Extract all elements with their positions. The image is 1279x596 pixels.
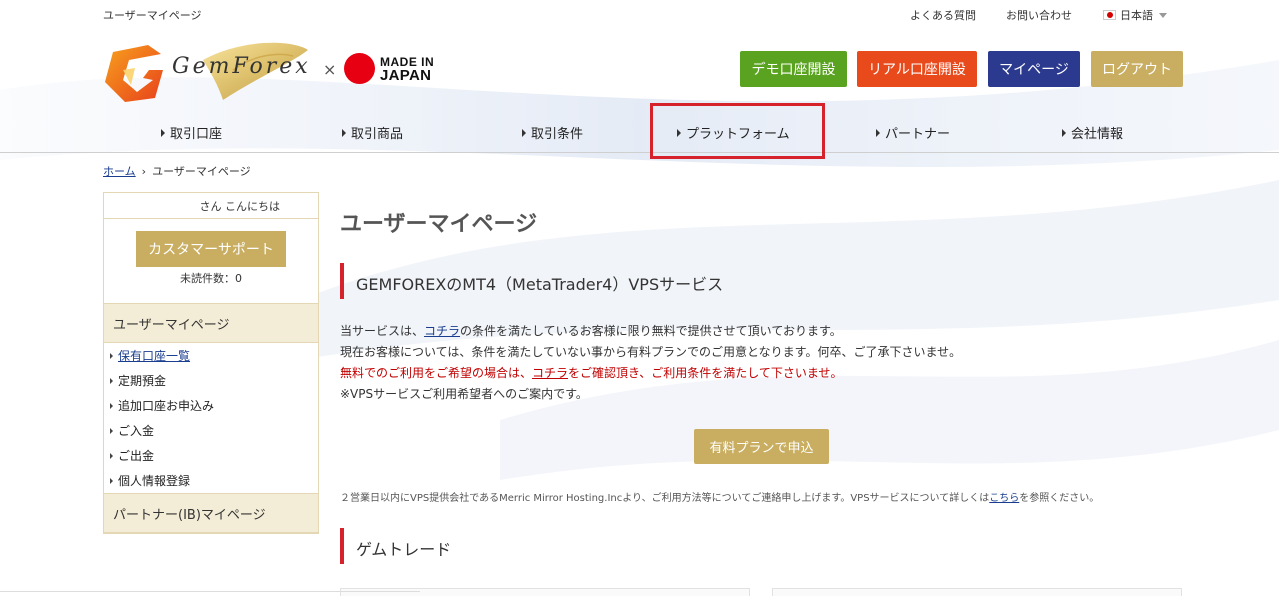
sidebar-item-label: 追加口座お申込み <box>118 399 215 413</box>
triangle-right-icon <box>110 427 113 434</box>
nav-item-label: 会社情報 <box>1071 127 1124 142</box>
desc-text: の条件を満たしているお客様に限り無料で提供させて頂いております。 <box>460 324 842 338</box>
desc-text: をご確認頂き、ご利用条件を満たして下さいませ。 <box>568 366 843 380</box>
desc-line-2: 現在お客様については、条件を満たしていない事から有料プランでのご用意となります。… <box>340 345 962 359</box>
sidebar: さん こんにちは カスタマーサポート 未読件数：0 ユーザーマイページ 保有口座… <box>103 192 319 534</box>
nav-item-label: パートナー <box>885 127 951 142</box>
vps-section-heading: GEMFOREXのMT4（MetaTrader4）VPSサービス <box>340 263 723 299</box>
logout-button[interactable]: ログアウト <box>1091 51 1183 87</box>
customer-support-button[interactable]: カスタマーサポート <box>136 231 286 267</box>
sidebar-item-label: 個人情報登録 <box>118 474 191 488</box>
content-card <box>340 588 750 596</box>
nav-item-accounts[interactable]: 取引口座 <box>161 123 222 142</box>
conditions-link-2[interactable]: コチラ <box>532 366 568 380</box>
unread-count: 未読件数：0 <box>180 272 242 285</box>
note-text: ２営業日以内にVPS提供会社であるMerric Mirror Hosting.I… <box>340 493 990 504</box>
page-title: ユーザーマイページ <box>340 212 538 237</box>
paid-plan-apply-button[interactable]: 有料プランで申込 <box>694 429 829 464</box>
sidebar-item-add-account[interactable]: 追加口座お申込み <box>110 393 214 418</box>
triangle-right-icon <box>876 128 880 137</box>
desc-line-4: ※VPSサービスご利用希望者へのご案内です。 <box>340 387 588 401</box>
triangle-right-icon <box>110 452 113 459</box>
breadcrumb: ホーム › ユーザーマイページ <box>103 163 251 179</box>
desc-text: 当サービスは、 <box>340 324 425 338</box>
real-account-button[interactable]: リアル口座開設 <box>857 51 977 87</box>
triangle-right-icon <box>1062 128 1066 137</box>
conditions-link[interactable]: コチラ <box>424 324 460 338</box>
nav-item-label: 取引条件 <box>531 127 584 142</box>
breadcrumb-separator: › <box>141 164 147 178</box>
sidebar-menu: 保有口座一覧 定期預金 追加口座お申込み ご入金 ご出金 個人情報登録 <box>110 343 214 493</box>
desc-text: 無料でのご利用をご希望の場合は、 <box>340 366 533 380</box>
japan-flag-icon <box>1103 10 1116 20</box>
nav-item-label: 取引口座 <box>170 127 223 142</box>
sidebar-item-label: 定期預金 <box>118 374 167 388</box>
sidebar-item-time-deposit[interactable]: 定期預金 <box>110 368 214 393</box>
triangle-right-icon <box>522 128 526 137</box>
gemtrade-section-heading: ゲムトレード <box>340 528 451 564</box>
brand-name: GemForex <box>172 54 311 79</box>
sidebar-item-deposit[interactable]: ご入金 <box>110 418 214 443</box>
vps-description: 当サービスは、コチラの条件を満たしているお客様に限り無料で提供させて頂いておりま… <box>340 321 961 405</box>
sidebar-item-withdrawal[interactable]: ご出金 <box>110 443 214 468</box>
triangle-right-icon <box>161 128 165 137</box>
triangle-right-icon <box>110 477 113 484</box>
language-label: 日本語 <box>1120 9 1153 22</box>
nav-item-conditions[interactable]: 取引条件 <box>522 123 583 142</box>
top-page-name: ユーザーマイページ <box>103 9 202 22</box>
contact-link[interactable]: お問い合わせ <box>1006 7 1072 23</box>
demo-account-button[interactable]: デモ口座開設 <box>740 51 847 87</box>
breadcrumb-home-link[interactable]: ホーム <box>103 163 136 179</box>
mypage-button[interactable]: マイページ <box>988 51 1080 87</box>
sidebar-item-account-list[interactable]: 保有口座一覧 <box>110 343 214 368</box>
sidebar-section-partner-mypage[interactable]: パートナー(IB)マイページ <box>104 493 318 533</box>
sidebar-item-label: 保有口座一覧 <box>118 349 191 363</box>
nav-item-products[interactable]: 取引商品 <box>342 123 403 142</box>
content-card <box>772 588 1182 596</box>
sidebar-item-personal-info[interactable]: 個人情報登録 <box>110 468 214 493</box>
desc-line-3: 無料でのご利用をご希望の場合は、コチラをご確認頂き、ご利用条件を満たして下さいま… <box>340 363 961 384</box>
highlight-annotation-box <box>650 103 825 159</box>
collab-times-mark: × <box>323 60 337 79</box>
faq-link[interactable]: よくある質問 <box>910 7 976 23</box>
sidebar-item-label: ご出金 <box>118 449 155 463</box>
chevron-down-icon <box>1159 12 1167 18</box>
language-selector[interactable]: 日本語 <box>1103 7 1167 23</box>
sidebar-section-user-mypage[interactable]: ユーザーマイページ <box>104 303 318 343</box>
breadcrumb-current: ユーザーマイページ <box>152 165 251 178</box>
note-text: を参照ください。 <box>1019 493 1100 504</box>
top-utility-bar: ユーザーマイページ よくある質問 お問い合わせ 日本語 <box>0 0 1279 30</box>
nav-item-partner[interactable]: パートナー <box>876 123 950 142</box>
japan-text: JAPAN <box>380 66 432 84</box>
nav-item-label: 取引商品 <box>351 127 404 142</box>
triangle-right-icon <box>110 402 113 409</box>
triangle-right-icon <box>110 352 113 359</box>
made-in-japan-badge: MADE IN JAPAN <box>344 53 434 84</box>
japan-sun-icon <box>344 53 375 84</box>
desc-line-1: 当サービスは、コチラの条件を満たしているお客様に限り無料で提供させて頂いておりま… <box>340 321 961 342</box>
triangle-right-icon <box>110 377 113 384</box>
sidebar-greeting: さん こんにちは <box>104 193 318 219</box>
nav-item-company[interactable]: 会社情報 <box>1062 123 1123 142</box>
main-nav: 取引口座 取引商品 取引条件 プラットフォーム パートナー 会社情報 <box>0 112 1279 153</box>
triangle-right-icon <box>342 128 346 137</box>
divider <box>0 591 420 592</box>
vps-note: ２営業日以内にVPS提供会社であるMerric Mirror Hosting.I… <box>340 489 1099 504</box>
vps-details-link[interactable]: こちら <box>989 493 1019 504</box>
sidebar-item-label: ご入金 <box>118 424 155 438</box>
